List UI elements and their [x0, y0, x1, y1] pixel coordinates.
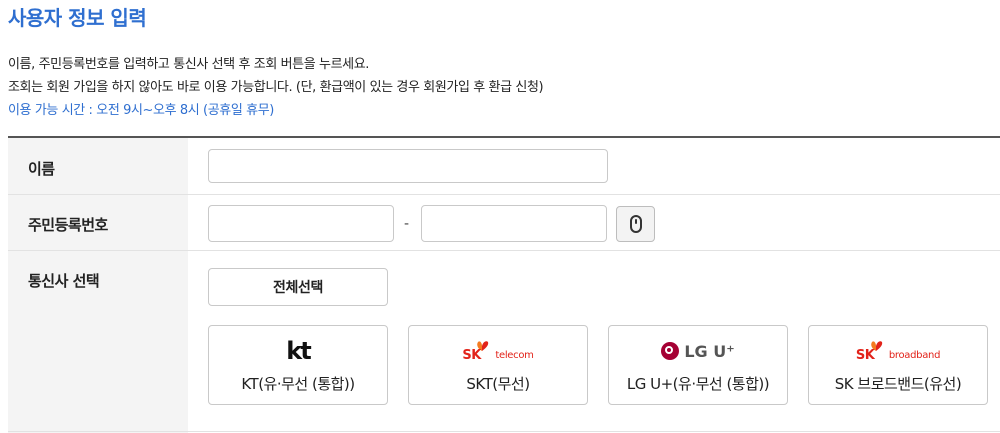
carrier-kt-button[interactable]: kt KT(유·무선 (통합))	[208, 325, 388, 405]
carrier-name: LG U+(유·무선 (통합))	[626, 375, 770, 393]
secure-keypad-button[interactable]	[616, 206, 655, 242]
sk-logo-sub: telecom	[495, 350, 534, 361]
sk-telecom-logo: SK telecom	[409, 338, 587, 364]
rrn-front-input[interactable]	[208, 205, 394, 242]
lgu-logo: LG U⁺	[609, 338, 787, 364]
kt-logo: kt	[209, 338, 387, 364]
rrn-back-input[interactable]	[421, 205, 607, 242]
notice-text: 조회는 회원 가입을 하지 않아도 바로 이용 가능합니다. (단, 환급액이 …	[8, 80, 544, 95]
name-input[interactable]	[208, 149, 608, 183]
page-title: 사용자 정보 입력	[8, 6, 147, 30]
carrier-lgu-button[interactable]: LG U⁺ LG U+(유·무선 (통합))	[608, 325, 788, 405]
carrier-name: SKT(무선)	[466, 375, 530, 393]
user-info-form: 이름 주민등록번호 - 통신사 선택 전체선택 kt KT(유·무선 (통합))…	[8, 136, 1000, 433]
carrier-name: SK 브로드밴드(유선)	[834, 375, 962, 393]
row-divider	[8, 194, 1000, 195]
sk-logo-text: SK	[462, 348, 481, 363]
sk-broadband-logo: SK broadband	[809, 338, 987, 364]
name-label: 이름	[28, 160, 55, 178]
mouse-icon	[630, 215, 642, 233]
row-divider	[8, 431, 1000, 432]
lgu-logo-text: LG U⁺	[684, 341, 735, 361]
sk-logo-text: SK	[855, 348, 875, 363]
carrier-skb-button[interactable]: SK broadband SK 브로드밴드(유선)	[808, 325, 988, 405]
row-divider	[8, 250, 1000, 251]
select-all-button[interactable]: 전체선택	[208, 268, 388, 306]
instruction-text: 이름, 주민등록번호를 입력하고 통신사 선택 후 조회 버튼을 누르세요.	[8, 57, 370, 72]
rrn-label: 주민등록번호	[28, 216, 108, 234]
kt-logo-text: kt	[286, 337, 311, 365]
lg-face-icon	[661, 342, 680, 360]
carrier-label: 통신사 선택	[28, 272, 100, 290]
rrn-separator: -	[404, 216, 410, 232]
carrier-skt-button[interactable]: SK telecom SKT(무선)	[408, 325, 588, 405]
service-hours-text: 이용 가능 시간 : 오전 9시~오후 8시 (공휴일 휴무)	[8, 103, 274, 118]
carrier-name: KT(유·무선 (통합))	[241, 375, 355, 393]
sk-logo-sub: broadband	[888, 350, 941, 361]
